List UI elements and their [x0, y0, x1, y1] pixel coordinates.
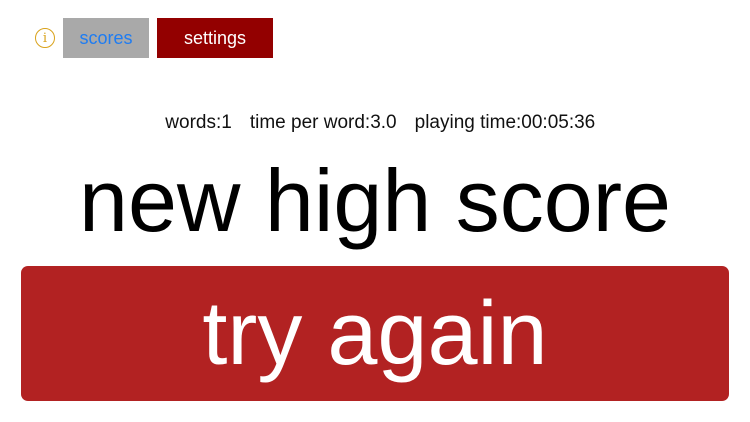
info-glyph: i	[42, 30, 48, 46]
playing-time: playing time:00:05:36	[414, 112, 596, 133]
scores-button[interactable]: scores	[63, 18, 149, 58]
info-icon[interactable]: i	[35, 28, 55, 48]
time-per-word: time per word:3.0	[249, 112, 397, 133]
try-again-label: try again	[202, 283, 548, 384]
settings-button[interactable]: settings	[157, 18, 273, 58]
top-toolbar: i scores settings	[35, 18, 273, 58]
words-count: words:1	[165, 112, 232, 133]
scores-button-label: scores	[79, 27, 133, 48]
result-headline: new high score	[79, 151, 671, 250]
settings-button-label: settings	[183, 27, 247, 48]
game-stats: words:1 time per word:3.0 playing time:00:…	[0, 90, 750, 134]
try-again-button[interactable]: try again	[21, 266, 729, 401]
